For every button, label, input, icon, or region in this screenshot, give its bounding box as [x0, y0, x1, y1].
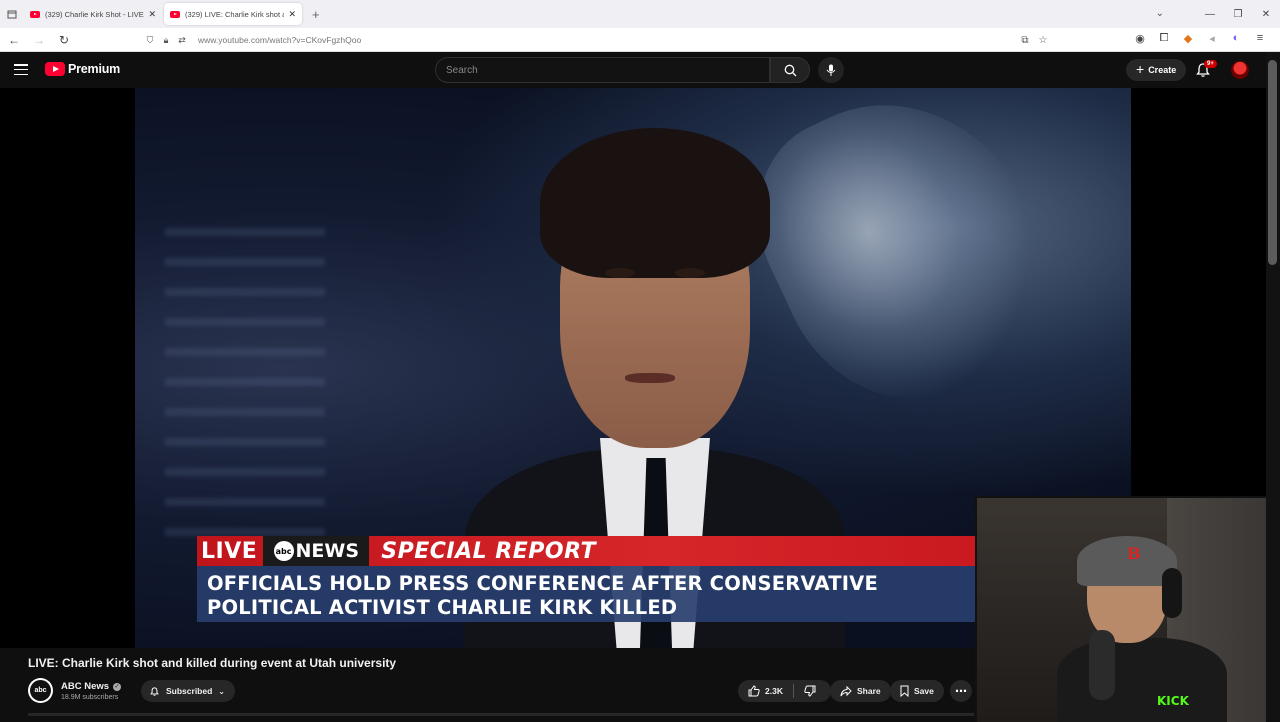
tab-list-chevron-icon[interactable]: ⌄: [1156, 8, 1164, 19]
youtube-favicon-icon: [30, 10, 40, 18]
dislike-button[interactable]: [794, 680, 831, 702]
browser-tab-2[interactable]: (329) LIVE: Charlie Kirk shot and ✕: [164, 3, 302, 25]
microphone-image: [1089, 630, 1115, 700]
plus-icon: +: [1136, 61, 1145, 77]
audio-icon[interactable]: ◂: [1200, 32, 1224, 45]
account-icon[interactable]: ◉: [1128, 32, 1152, 45]
address-bar[interactable]: ⛉ 🔒︎ ⇄ www.youtube.com/watch?v=CKovFgzhQ…: [142, 31, 1060, 49]
abc-news-logo: abc NEWS: [263, 536, 370, 566]
permissions-icon[interactable]: ⇄: [174, 35, 190, 46]
forward-icon[interactable]: →: [28, 33, 50, 47]
bell-icon: [150, 686, 159, 696]
youtube-masthead: Premium + Create 9+: [0, 52, 1266, 88]
metamask-icon[interactable]: ◆: [1176, 32, 1200, 45]
like-button[interactable]: 2.3K: [738, 680, 793, 702]
search-button[interactable]: [770, 57, 810, 83]
scrollbar-thumb[interactable]: [1268, 60, 1277, 265]
search-box: [435, 57, 770, 83]
search-input[interactable]: [436, 64, 736, 76]
like-dislike-group: 2.3K: [738, 680, 831, 702]
news-lower-third: LIVE abc NEWS SPECIAL REPORT OFFICIALS H…: [197, 536, 975, 622]
search-icon: [784, 64, 796, 76]
subscribed-button[interactable]: Subscribed ⌄: [141, 680, 235, 702]
microphone-icon: [826, 64, 836, 76]
channel-name[interactable]: ABC News: [61, 681, 109, 692]
voice-search-button[interactable]: [818, 57, 844, 83]
bookmark-icon: [900, 685, 909, 697]
video-title: LIVE: Charlie Kirk shot and killed durin…: [28, 656, 397, 670]
special-report-label: SPECIAL REPORT: [381, 538, 597, 564]
save-label: Save: [914, 686, 934, 696]
tab-close-icon[interactable]: ✕: [288, 9, 296, 20]
logo-text: Premium: [68, 62, 121, 76]
channel-avatar[interactable]: abc: [28, 678, 53, 703]
minimize-icon[interactable]: —: [1196, 9, 1224, 20]
back-icon[interactable]: ←: [3, 33, 25, 47]
save-button[interactable]: Save: [890, 680, 944, 702]
tab-close-icon[interactable]: ✕: [148, 9, 156, 20]
window-close-icon[interactable]: ✕: [1252, 9, 1280, 20]
headline-line-2: POLITICAL ACTIVIST CHARLIE KIRK KILLED: [207, 596, 678, 619]
headset-icon: [1162, 568, 1182, 618]
ai-extension-icon[interactable]: ◐: [1224, 32, 1248, 45]
abc-logo-icon: abc: [273, 541, 294, 561]
youtube-favicon-icon: [170, 10, 180, 18]
headline-banner: OFFICIALS HOLD PRESS CONFERENCE AFTER CO…: [197, 566, 975, 622]
thumbs-down-icon: [804, 685, 816, 697]
share-button[interactable]: Share: [830, 680, 891, 702]
verified-check-icon: ✓: [113, 682, 122, 691]
share-label: Share: [857, 686, 881, 696]
new-tab-icon[interactable]: +: [312, 7, 320, 22]
browser-tab-bar: (329) Charlie Kirk Shot - LIVE Br ✕ (329…: [0, 0, 1280, 28]
reload-icon[interactable]: ↻: [53, 33, 75, 47]
kick-shirt-logo: KICK: [1157, 694, 1189, 708]
thumbs-up-icon: [748, 685, 760, 697]
browser-tab-1[interactable]: (329) Charlie Kirk Shot - LIVE Br ✕: [24, 3, 162, 25]
like-count: 2.3K: [765, 686, 783, 696]
tab-overview-icon[interactable]: [0, 0, 24, 28]
hamburger-menu-icon[interactable]: [14, 64, 28, 76]
user-avatar[interactable]: [1231, 61, 1249, 79]
video-player[interactable]: LIVE abc NEWS SPECIAL REPORT OFFICIALS H…: [0, 88, 1266, 722]
share-icon: [840, 685, 852, 696]
browser-nav-bar: ← → ↻ ⛉ 🔒︎ ⇄ www.youtube.com/watch?v=CKo…: [0, 28, 1280, 52]
url-text[interactable]: www.youtube.com/watch?v=CKovFgzhQoo: [198, 35, 361, 45]
subscribed-label: Subscribed: [166, 686, 213, 696]
restore-icon[interactable]: ❐: [1224, 9, 1252, 20]
streamer-webcam-overlay: B KICK: [975, 496, 1266, 722]
extensions-bar: ◉ ⧠ ◆ ◂ ◐ ≡: [1128, 32, 1272, 45]
window-controls: — ❐ ✕: [1196, 0, 1280, 28]
youtube-premium-logo[interactable]: Premium: [45, 62, 120, 76]
more-actions-icon[interactable]: ⋯: [950, 680, 972, 702]
tab-title: (329) Charlie Kirk Shot - LIVE Br: [45, 9, 145, 19]
bookmark-star-icon[interactable]: ☆: [1034, 35, 1052, 46]
tab-title: (329) LIVE: Charlie Kirk shot and: [185, 9, 285, 19]
live-label: LIVE: [201, 538, 258, 564]
description-box-edge: [28, 713, 974, 716]
shield-icon[interactable]: ⛉: [142, 35, 158, 46]
create-button[interactable]: + Create: [1126, 59, 1187, 81]
abc-logo-icon: abc: [30, 680, 51, 701]
chevron-down-icon: ⌄: [218, 686, 225, 696]
cap-logo: B: [1127, 544, 1141, 563]
translate-icon[interactable]: ⧉: [1016, 35, 1034, 46]
headline-line-1: OFFICIALS HOLD PRESS CONFERENCE AFTER CO…: [207, 572, 878, 595]
create-label: Create: [1148, 65, 1177, 75]
extensions-icon[interactable]: ⧠: [1152, 32, 1176, 45]
app-menu-icon[interactable]: ≡: [1248, 32, 1272, 45]
subscriber-count: 18.9M subscribers: [61, 694, 119, 701]
channel-name-row[interactable]: ABC News ✓: [61, 681, 122, 692]
lock-icon[interactable]: 🔒︎: [158, 35, 174, 46]
youtube-play-icon: [45, 62, 65, 76]
notification-badge: 9+: [1204, 60, 1217, 68]
network-name: NEWS: [295, 540, 360, 562]
studio-background-lights: [165, 228, 325, 558]
